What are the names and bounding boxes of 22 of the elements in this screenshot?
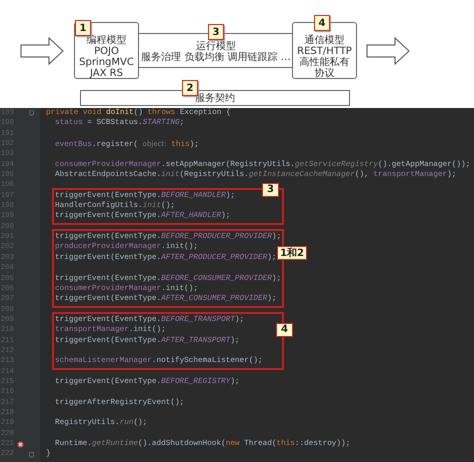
box-label: JAX RS — [90, 68, 123, 78]
band-label: 运行模型 — [196, 40, 236, 52]
callout-badge: 1和2 — [277, 246, 307, 260]
block-arrow — [20, 37, 64, 65]
number-badge: 4 — [314, 15, 330, 31]
block-arrow — [366, 37, 410, 65]
box-label: SpringMVC — [79, 56, 134, 68]
box-label: 协议 — [314, 68, 334, 78]
callout-badge: 4 — [276, 322, 293, 337]
number-badge: 3 — [208, 24, 224, 40]
box-label: REST/HTTP — [297, 46, 352, 56]
box-label: 通信模型 — [304, 34, 344, 46]
fold-icon[interactable] — [28, 110, 34, 116]
box-label: 编程模型 — [86, 34, 126, 46]
number-badge: 2 — [182, 80, 198, 96]
band-label: 服务治理 负载均衡 调用链跟踪 … — [141, 52, 291, 62]
breakpoint-icon[interactable] — [16, 440, 24, 448]
box-label: 高性能私有 — [300, 56, 350, 68]
callout-badge: 3 — [262, 182, 279, 197]
box-label: POJO — [94, 46, 119, 56]
number-badge: 1 — [75, 20, 91, 36]
fold-icon[interactable] — [28, 452, 34, 458]
